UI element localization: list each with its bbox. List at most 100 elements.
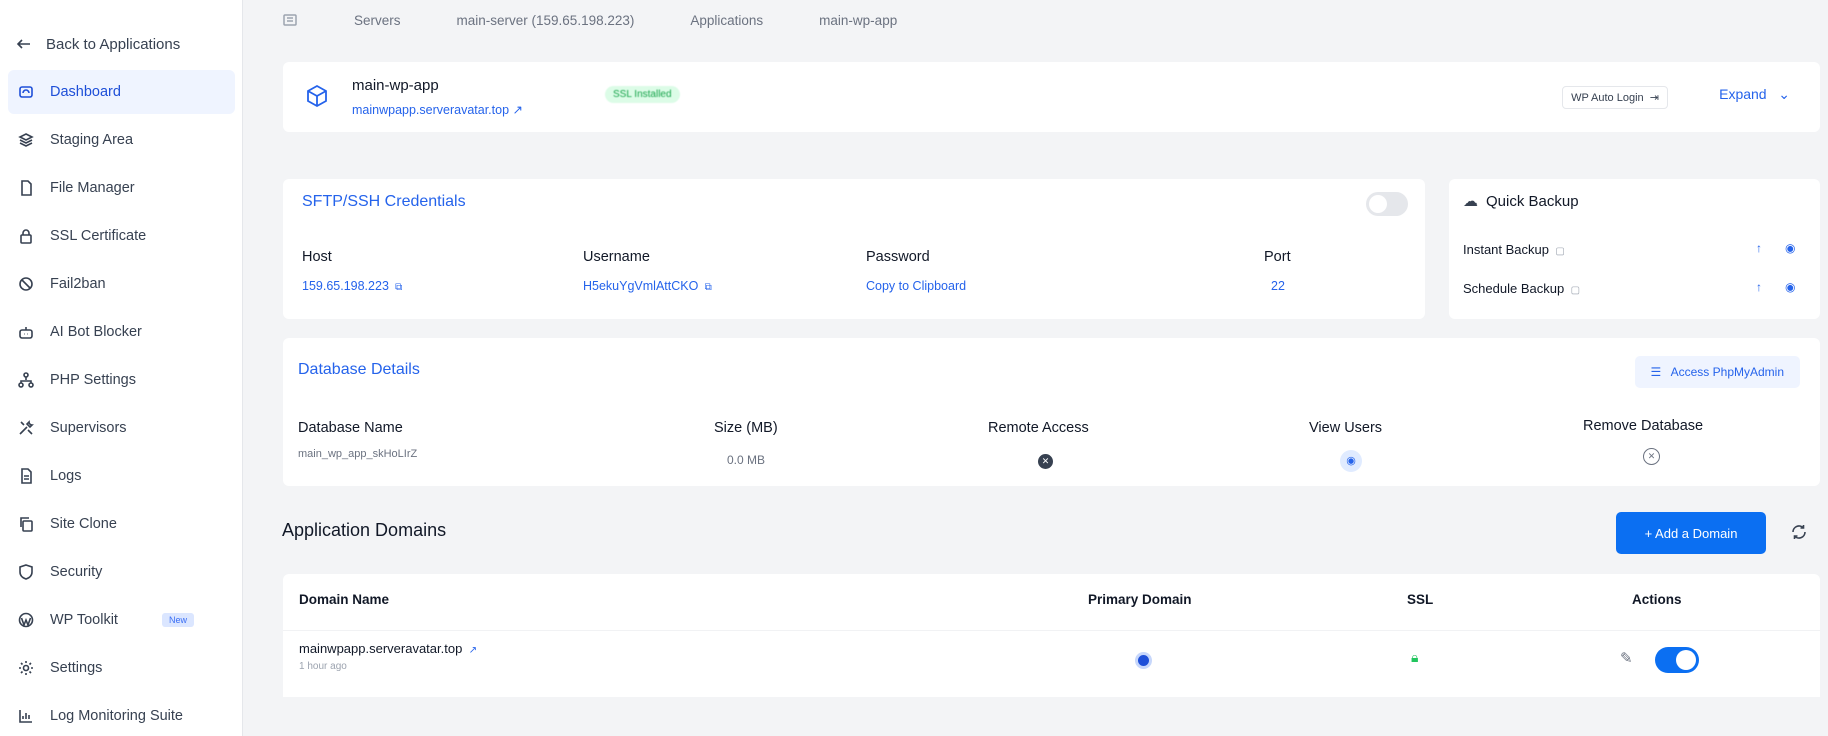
ban-icon	[18, 276, 34, 292]
db-remote-header: Remote Access	[988, 420, 1089, 436]
password-label: Password	[866, 249, 930, 265]
ssl-lock-icon: 🔒︎	[1411, 649, 1419, 665]
sidebar-item-security[interactable]: Security	[8, 550, 235, 594]
host-value[interactable]: 159.65.198.223 ⧉	[302, 279, 402, 293]
sidebar: Back to Applications Dashboard Staging A…	[0, 0, 243, 736]
actions-header: Actions	[1632, 592, 1682, 607]
log-icon	[18, 468, 34, 484]
add-domain-button[interactable]: + Add a Domain	[1616, 512, 1766, 554]
back-to-applications-link[interactable]: Back to Applications	[16, 30, 180, 58]
edit-pencil-icon[interactable]: ✎	[1620, 649, 1633, 667]
layers-icon	[18, 132, 34, 148]
domains-table: Domain Name Primary Domain SSL Actions m…	[283, 574, 1820, 697]
access-phpmyadmin-button[interactable]: ☰ Access PhpMyAdmin	[1634, 356, 1800, 388]
instant-backup-text: Instant Backup	[1463, 242, 1549, 257]
copy-password-link[interactable]: Copy to Clipboard	[866, 279, 966, 293]
sidebar-item-file-manager[interactable]: File Manager	[8, 166, 235, 210]
back-label: Back to Applications	[46, 35, 181, 53]
sidebar-item-ai-bot-blocker[interactable]: AI Bot Blocker	[8, 310, 235, 354]
expand-button[interactable]: Expand ⌄	[1719, 86, 1790, 103]
sftp-credentials-card: SFTP/SSH Credentials Host 159.65.198.223…	[283, 179, 1425, 319]
domain-name-cell: mainwpapp.serveravatar.top ↗	[299, 641, 477, 656]
quick-backup-title: ☁ Quick Backup	[1463, 192, 1579, 211]
tools-icon	[18, 420, 34, 436]
db-name-value: main_wp_app_skHoLIrZ	[298, 448, 418, 460]
sidebar-item-site-clone[interactable]: Site Clone	[8, 502, 235, 546]
breadcrumb-applications[interactable]: Applications	[690, 13, 763, 28]
table-row: mainwpapp.serveravatar.top ↗ 1 hour ago …	[283, 630, 1820, 697]
arrow-left-icon	[16, 36, 32, 52]
remote-access-toggle-icon[interactable]: ✕	[1038, 454, 1053, 469]
ssl-status-badge: SSL Installed	[605, 86, 680, 103]
host-label: Host	[302, 249, 332, 265]
wp-auto-login-button[interactable]: WP Auto Login ⇥	[1562, 86, 1668, 109]
instant-backup-view-button[interactable]: ◉	[1785, 241, 1795, 255]
sidebar-item-label: AI Bot Blocker	[50, 324, 142, 340]
quick-backup-card: ☁ Quick Backup Instant Backup ▢ ↑ ◉ Sche…	[1449, 179, 1820, 319]
username-value[interactable]: H5ekuYgVmlAttCKO ⧉	[583, 279, 712, 293]
instant-backup-run-button[interactable]: ↑	[1756, 241, 1762, 255]
sidebar-item-label: Site Clone	[50, 516, 117, 532]
sidebar-item-log-monitoring-suite[interactable]: Log Monitoring Suite	[8, 694, 235, 736]
breadcrumb: Servers main-server (159.65.198.223) App…	[282, 8, 953, 32]
login-icon: ⇥	[1646, 92, 1659, 104]
application-domains-title: Application Domains	[282, 520, 447, 540]
copy-icon[interactable]: ⧉	[702, 282, 712, 293]
sftp-toggle[interactable]	[1366, 192, 1408, 216]
domain-name-header: Domain Name	[299, 592, 390, 607]
sidebar-item-fail2ban[interactable]: Fail2ban	[8, 262, 235, 306]
quick-backup-title-text: Quick Backup	[1486, 192, 1579, 210]
database-title: Database Details	[298, 361, 420, 378]
remove-database-icon[interactable]: ✕	[1643, 448, 1660, 465]
sidebar-item-label: SSL Certificate	[50, 228, 147, 244]
sidebar-toggle-icon[interactable]	[282, 12, 298, 28]
sidebar-item-supervisors[interactable]: Supervisors	[8, 406, 235, 450]
host-value-text: 159.65.198.223	[302, 279, 389, 293]
cloud-icon: ☁	[1463, 193, 1478, 210]
refresh-icon[interactable]	[1790, 523, 1808, 541]
new-badge: New	[161, 613, 194, 627]
db-name-header: Database Name	[298, 420, 403, 436]
breadcrumb-server[interactable]: main-server (159.65.198.223)	[457, 13, 635, 28]
sidebar-item-label: Security	[50, 564, 103, 580]
schedule-backup-run-button[interactable]: ↑	[1756, 280, 1762, 294]
sidebar-item-dashboard[interactable]: Dashboard	[8, 70, 235, 114]
expand-label: Expand	[1719, 86, 1767, 102]
app-url-link[interactable]: mainwpapp.serveravatar.top ↗	[352, 102, 523, 117]
sidebar-item-wp-toolkit[interactable]: WP Toolkit New	[8, 598, 235, 642]
wordpress-icon	[18, 612, 34, 628]
sidebar-item-logs[interactable]: Logs	[8, 454, 235, 498]
db-users-header: View Users	[1309, 420, 1383, 436]
primary-domain-radio[interactable]	[1135, 652, 1152, 669]
sidebar-item-staging-area[interactable]: Staging Area	[8, 118, 235, 162]
schedule-backup-label: Schedule Backup ▢	[1463, 281, 1580, 296]
wp-auto-login-label: WP Auto Login	[1571, 92, 1644, 104]
schedule-backup-view-button[interactable]: ◉	[1785, 280, 1795, 294]
breadcrumb-servers[interactable]: Servers	[354, 13, 401, 28]
sftp-title: SFTP/SSH Credentials	[302, 193, 466, 210]
database-icon: ☰	[1650, 365, 1668, 379]
dashboard-icon	[18, 84, 34, 100]
external-link-icon[interactable]: ↗	[466, 645, 477, 656]
chevron-down-icon: ⌄	[1770, 86, 1790, 102]
port-value: 22	[1271, 279, 1285, 293]
breadcrumb-app: main-wp-app	[819, 12, 898, 28]
port-label: Port	[1264, 249, 1291, 265]
domain-name-text: mainwpapp.serveravatar.top	[299, 641, 463, 656]
primary-domain-header: Primary Domain	[1088, 592, 1192, 607]
username-value-text: H5ekuYgVmlAttCKO	[583, 279, 699, 293]
sidebar-item-ssl-certificate[interactable]: SSL Certificate	[8, 214, 235, 258]
sitemap-icon	[18, 372, 34, 388]
sidebar-item-php-settings[interactable]: PHP Settings	[8, 358, 235, 402]
sidebar-item-label: Settings	[50, 660, 103, 676]
sidebar-item-label: Log Monitoring Suite	[50, 708, 183, 724]
db-remove-header: Remove Database	[1583, 418, 1704, 434]
robot-icon	[18, 324, 34, 340]
gear-icon	[18, 660, 34, 676]
chart-icon	[18, 708, 34, 724]
sidebar-item-settings[interactable]: Settings	[8, 646, 235, 690]
sidebar-item-label: Fail2ban	[50, 276, 106, 292]
domain-enabled-toggle[interactable]	[1655, 647, 1699, 673]
view-users-eye-icon[interactable]: ◉	[1340, 450, 1362, 472]
copy-icon[interactable]: ⧉	[392, 282, 402, 293]
